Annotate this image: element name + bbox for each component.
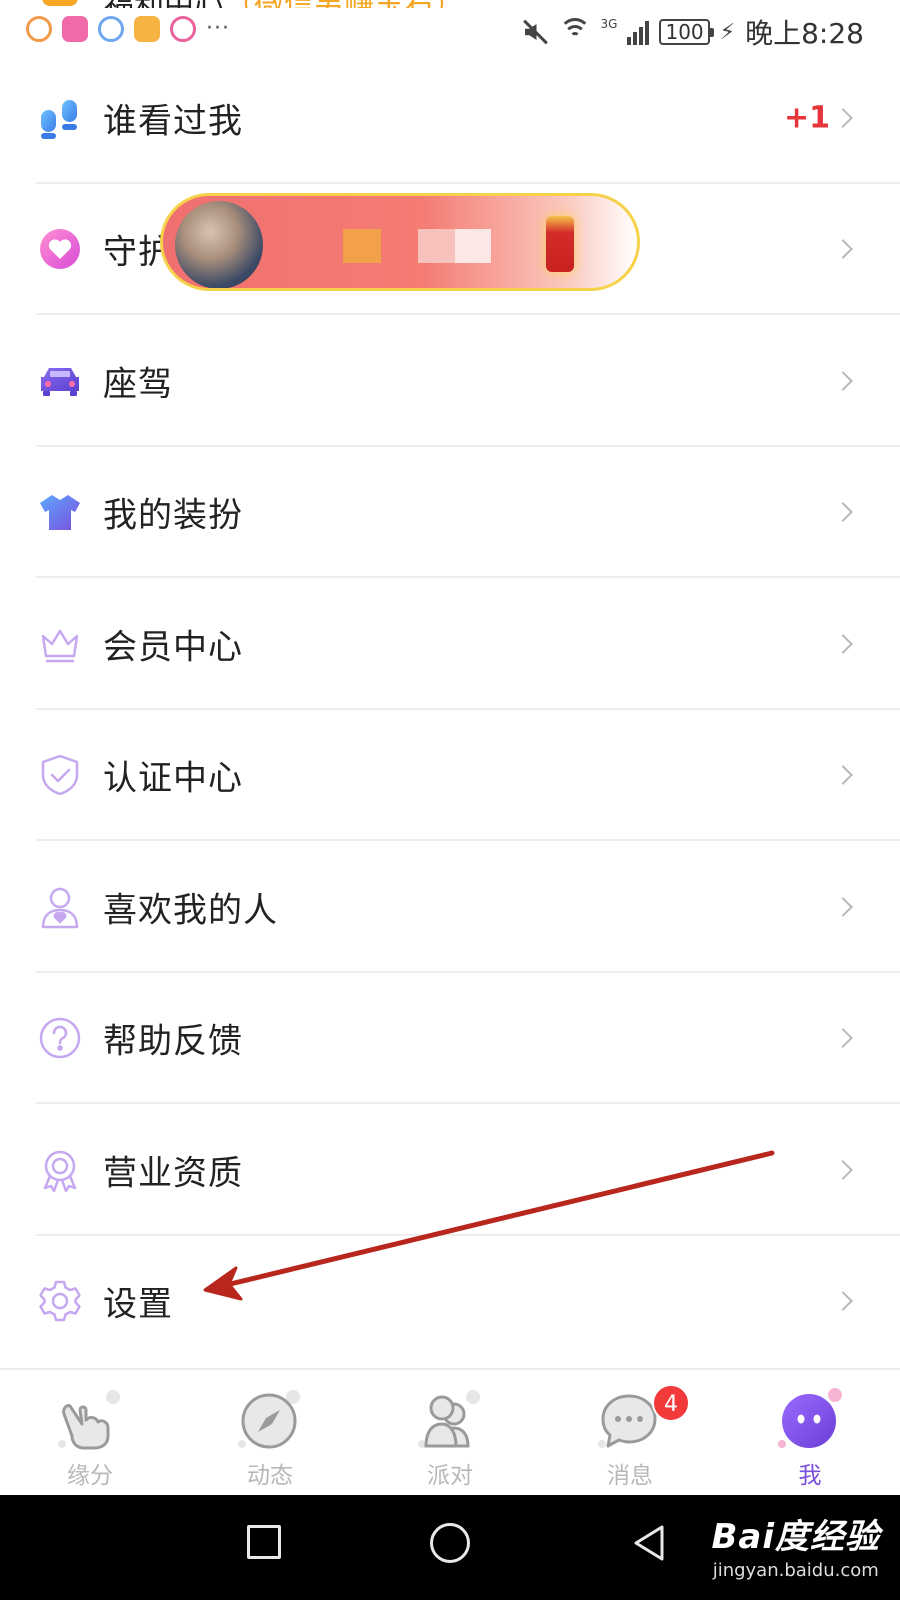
chevron-right-icon bbox=[833, 633, 853, 654]
menu-item-people-who-like-me[interactable]: 喜欢我的人 bbox=[0, 841, 900, 973]
system-nav-bar: Bai度经验 jingyan.baidu.com bbox=[0, 1495, 900, 1600]
watermark-sub: jingyan.baidu.com bbox=[712, 1560, 879, 1581]
menu-item-label: 帮助反馈 bbox=[103, 1021, 243, 1062]
chevron-right-icon bbox=[833, 1159, 853, 1180]
tab-label: 我 bbox=[798, 1463, 822, 1489]
chevron-right-icon bbox=[833, 370, 853, 391]
question-icon bbox=[38, 1016, 82, 1060]
chevron-right-icon bbox=[833, 107, 853, 128]
app-notification-icon bbox=[26, 16, 52, 42]
person-heart-icon bbox=[38, 885, 82, 929]
blurred-content bbox=[455, 229, 491, 263]
people-icon bbox=[420, 1392, 478, 1450]
app-notification-icon bbox=[134, 16, 160, 42]
tab-label: 派对 bbox=[427, 1463, 473, 1489]
menu-item-label: 谁看过我 bbox=[103, 101, 243, 142]
menu-item-label: 会员中心 bbox=[103, 627, 243, 668]
menu-item-label: 设置 bbox=[103, 1284, 173, 1325]
app-notification-icon bbox=[98, 16, 124, 42]
new-visitor-count: +1 bbox=[783, 100, 830, 136]
chat-icon bbox=[600, 1392, 658, 1450]
mute-icon bbox=[521, 18, 549, 46]
avatar bbox=[175, 201, 263, 288]
firecracker-icon bbox=[546, 216, 574, 272]
blurred-content bbox=[343, 229, 381, 263]
app-notification-icon bbox=[170, 16, 196, 42]
unread-messages-badge: 4 bbox=[652, 1384, 690, 1422]
guard-banner[interactable] bbox=[160, 193, 640, 291]
tab-yuanfen[interactable]: 缘分 bbox=[30, 1370, 150, 1497]
battery-icon: 100 bbox=[659, 19, 714, 45]
menu-item-label: 认证中心 bbox=[103, 758, 243, 799]
menu-item-label: 营业资质 bbox=[103, 1153, 243, 1194]
cut-title-paren: （微信另赚玉石） bbox=[224, 0, 464, 8]
tab-label: 消息 bbox=[607, 1463, 653, 1489]
back-button[interactable] bbox=[630, 1523, 670, 1563]
menu-item-label: 喜欢我的人 bbox=[103, 890, 278, 931]
blurred-content bbox=[418, 229, 456, 263]
network-type: 3G bbox=[600, 17, 618, 31]
tab-label: 缘分 bbox=[67, 1463, 113, 1489]
tab-dongtai[interactable]: 动态 bbox=[210, 1370, 330, 1497]
app-notification-icon bbox=[62, 16, 88, 42]
menu-item-help-feedback[interactable]: 帮助反馈 bbox=[0, 973, 900, 1104]
footprints-icon bbox=[38, 96, 82, 140]
menu-item-vehicle[interactable]: 座驾 bbox=[0, 315, 900, 447]
home-button[interactable] bbox=[430, 1523, 470, 1563]
compass-icon bbox=[240, 1392, 298, 1450]
chevron-right-icon bbox=[833, 896, 853, 917]
chevron-right-icon bbox=[833, 502, 853, 523]
menu-item-business-qualification[interactable]: 营业资质 bbox=[0, 1104, 900, 1236]
award-icon bbox=[38, 1148, 82, 1192]
watermark-main: Bai度经验 bbox=[711, 1517, 880, 1557]
notification-app-icon bbox=[42, 0, 78, 6]
crown-icon bbox=[38, 622, 82, 666]
gear-icon bbox=[38, 1279, 82, 1323]
hand-icon bbox=[60, 1392, 118, 1450]
notification-icons: ··· bbox=[26, 16, 230, 42]
menu-item-settings[interactable]: 设置 bbox=[0, 1236, 900, 1368]
notification-cut-off: 福利中心（微信另赚玉石） bbox=[0, 0, 520, 8]
system-status: 3G 100 ⚡ 晚上8:28 bbox=[521, 12, 864, 52]
tshirt-icon bbox=[38, 490, 82, 534]
more-notifications-icon: ··· bbox=[206, 16, 230, 41]
chevron-right-icon bbox=[833, 1028, 853, 1049]
menu-item-who-viewed-me[interactable]: 谁看过我 +1 bbox=[0, 52, 900, 184]
menu-item-verification-center[interactable]: 认证中心 bbox=[0, 710, 900, 841]
profile-icon bbox=[780, 1392, 838, 1450]
recent-apps-button[interactable] bbox=[247, 1525, 281, 1559]
chevron-right-icon bbox=[833, 239, 853, 260]
menu-item-membership-center[interactable]: 会员中心 bbox=[0, 578, 900, 710]
bottom-tab-bar: 缘分 动态 派对 4 消息 我 bbox=[0, 1368, 900, 1495]
car-icon bbox=[38, 359, 82, 403]
cut-title: 福利中心 bbox=[104, 0, 224, 8]
chevron-right-icon bbox=[833, 765, 853, 786]
menu-item-label: 座驾 bbox=[103, 364, 173, 405]
charging-icon: ⚡ bbox=[719, 19, 736, 45]
tab-messages[interactable]: 4 消息 bbox=[570, 1370, 690, 1497]
heart-icon bbox=[38, 227, 82, 271]
tab-paidui[interactable]: 派对 bbox=[390, 1370, 510, 1497]
menu-item-label: 我的装扮 bbox=[103, 495, 243, 536]
shield-check-icon bbox=[38, 753, 82, 797]
menu-item-my-outfit[interactable]: 我的装扮 bbox=[0, 447, 900, 578]
tab-label: 动态 bbox=[247, 1463, 293, 1489]
signal-icon bbox=[627, 19, 650, 45]
clock: 晚上8:28 bbox=[745, 17, 864, 50]
status-bar: 福利中心（微信另赚玉石） ··· 3G 100 ⚡ 晚上8:28 bbox=[0, 0, 900, 52]
baidu-jingyan-watermark: Bai度经验 jingyan.baidu.com bbox=[711, 1509, 880, 1581]
tab-me[interactable]: 我 bbox=[750, 1370, 870, 1497]
chevron-right-icon bbox=[833, 1291, 853, 1312]
wifi-icon bbox=[558, 18, 591, 46]
